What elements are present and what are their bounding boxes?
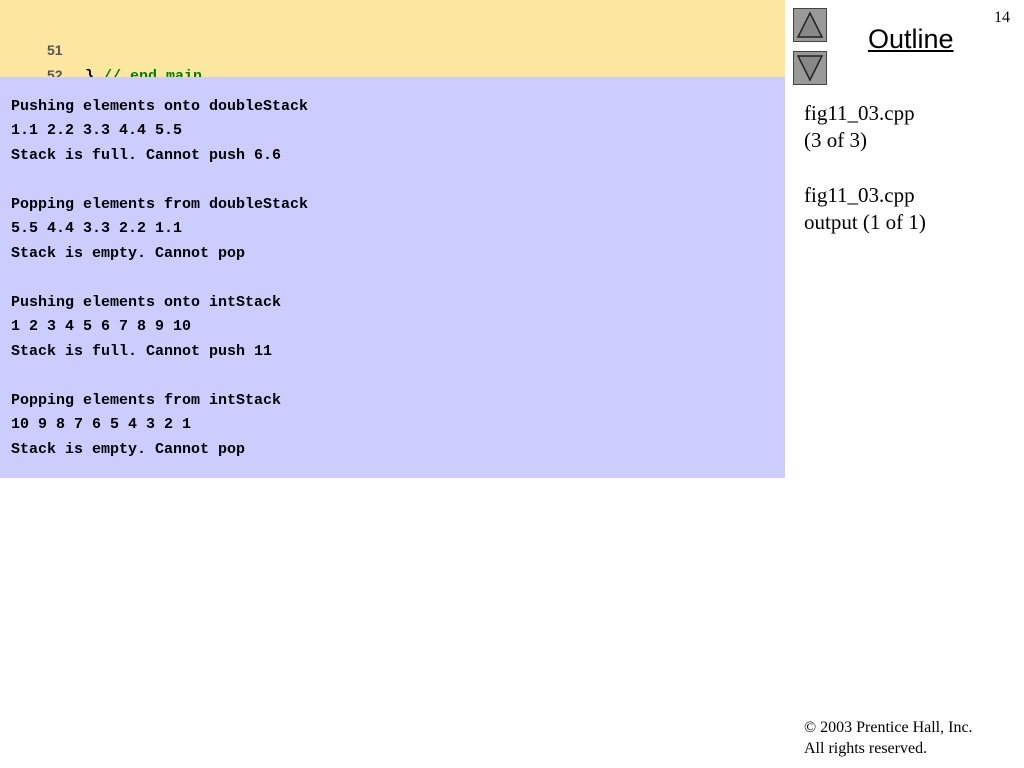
file-name: fig11_03.cpp	[804, 183, 915, 207]
triangle-up-icon	[796, 11, 824, 38]
code-line: 52} // end main	[11, 45, 202, 85]
output-line: Popping elements from intStack	[11, 392, 282, 409]
previous-slide-button[interactable]	[793, 8, 827, 42]
program-output-panel: Pushing elements onto doubleStack 1.1 2.…	[0, 77, 785, 478]
output-line: Pushing elements onto doubleStack	[11, 98, 309, 115]
output-line: 10 9 8 7 6 5 4 3 2 1	[11, 416, 192, 433]
file-name: fig11_03.cpp	[804, 101, 915, 125]
triangle-down-icon	[796, 55, 824, 82]
output-line: Stack is empty. Cannot pop	[11, 441, 246, 458]
next-slide-button[interactable]	[793, 51, 827, 85]
rights-line: All rights reserved.	[804, 740, 928, 757]
output-line: 1.1 2.2 3.3 4.4 5.5	[11, 122, 183, 139]
output-line: Stack is empty. Cannot pop	[11, 245, 246, 262]
copyright-line: © 2003 Prentice Hall, Inc.	[804, 719, 973, 736]
code-line: 51	[11, 20, 85, 58]
page-number: 14	[994, 9, 1010, 26]
output-line: 1 2 3 4 5 6 7 8 9 10	[11, 318, 192, 335]
output-line: Stack is full. Cannot push 11	[11, 343, 273, 360]
output-line: Stack is full. Cannot push 6.6	[11, 147, 282, 164]
outline-link[interactable]: Outline	[868, 24, 954, 55]
file-part: (3 of 3)	[804, 128, 867, 152]
code-panel: 51 52} // end main	[0, 0, 785, 85]
output-line: 5.5 4.4 3.3 2.2 1.1	[11, 220, 183, 237]
output-line: Popping elements from doubleStack	[11, 196, 309, 213]
copyright-notice: © 2003 Prentice Hall, Inc. All rights re…	[804, 717, 973, 759]
output-line: Pushing elements onto intStack	[11, 294, 282, 311]
file-part: output (1 of 1)	[804, 210, 926, 234]
